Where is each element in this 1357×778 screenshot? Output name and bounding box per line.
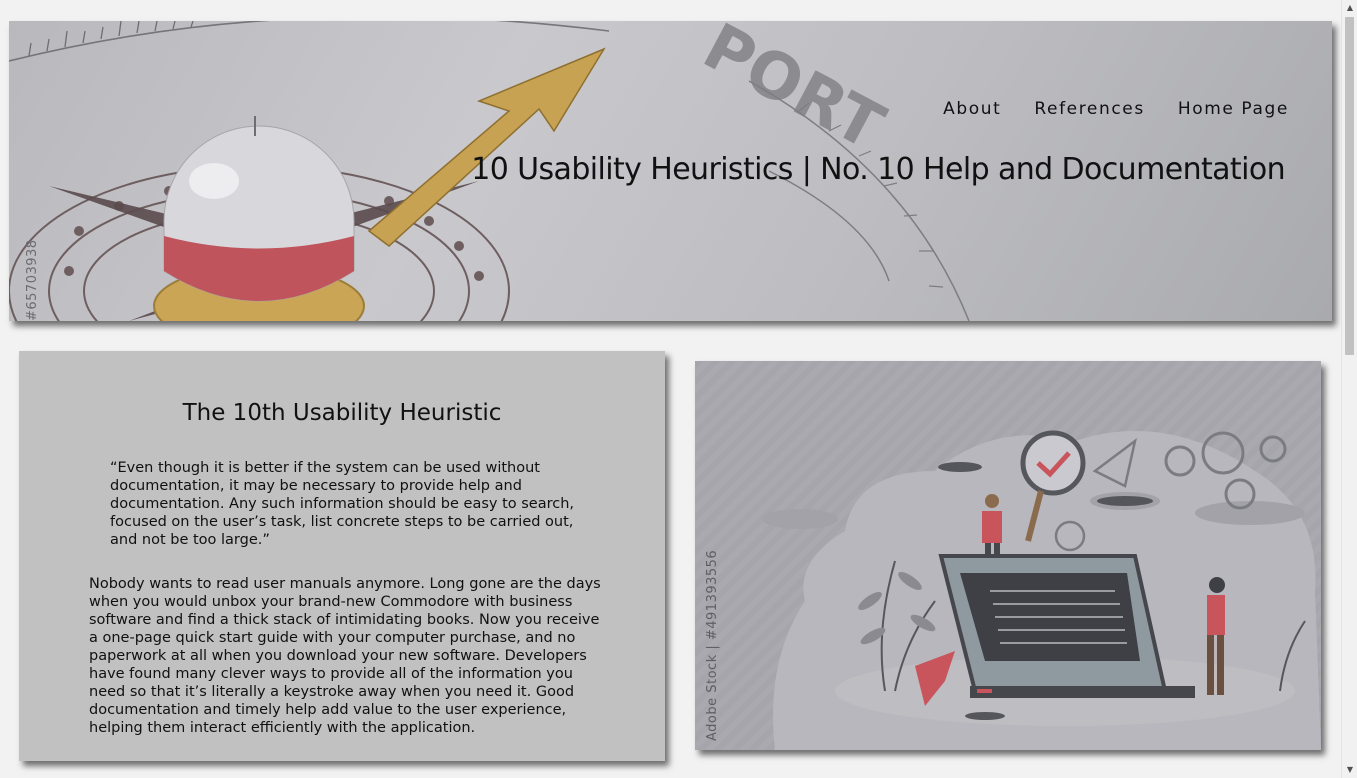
vertical-scrollbar[interactable]: ▲ ▼: [1341, 0, 1357, 778]
nav-about-link[interactable]: About: [943, 99, 1001, 119]
main-nav: About References Home Page: [943, 99, 1289, 119]
heuristic-quote: “Even though it is better if the system …: [110, 460, 575, 548]
laptop-illustration: [762, 430, 1321, 750]
page-title: 10 Usability Heuristics | No. 10 Help an…: [471, 152, 1285, 187]
illustration-stock-id: Adobe Stock | #491393556: [705, 549, 720, 741]
scroll-up-arrow-icon[interactable]: ▲: [1342, 0, 1357, 16]
hero-banner: PORT #65703938 About References Home Pag…: [9, 21, 1332, 321]
scrollbar-thumb[interactable]: [1345, 17, 1354, 355]
card-body-text: Nobody wants to read user manuals anymor…: [89, 576, 601, 736]
nav-home-page-link[interactable]: Home Page: [1178, 99, 1289, 119]
scroll-down-arrow-icon[interactable]: ▼: [1342, 762, 1357, 778]
heuristic-card: The 10th Usability Heuristic “Even thoug…: [19, 351, 665, 761]
documentation-illustration: Adobe Stock | #491393556: [695, 361, 1321, 750]
card-heading: The 10th Usability Heuristic: [182, 400, 502, 426]
nav-references-link[interactable]: References: [1034, 99, 1144, 119]
svg-text:PORT: PORT: [691, 21, 895, 165]
hero-stock-id: #65703938: [25, 239, 40, 321]
